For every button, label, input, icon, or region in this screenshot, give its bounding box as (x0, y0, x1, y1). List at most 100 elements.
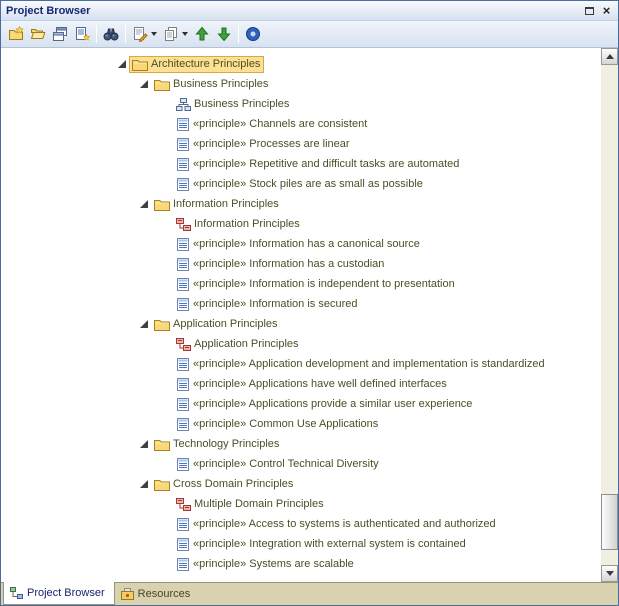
tree-row[interactable]: «principle» Information is independent t… (1, 274, 601, 294)
new-diagram-icon (52, 26, 68, 42)
tree-node: «principle» Applications provide a simil… (173, 396, 476, 413)
expand-toggle-icon[interactable] (139, 478, 151, 490)
new-package-button[interactable] (5, 23, 27, 45)
project-browser-toolbar (1, 21, 618, 48)
tree-row[interactable]: Technology Principles (1, 434, 601, 454)
expand-toggle-icon[interactable] (139, 78, 151, 90)
tree-node: «principle» Information has a custodian (173, 256, 388, 273)
tree-item-label: Business Principles (194, 98, 289, 110)
tree-row[interactable]: «principle» Information has a canonical … (1, 234, 601, 254)
tab-resources[interactable]: Resources (115, 583, 200, 605)
tree-item-label: «principle» Repetitive and difficult tas… (193, 158, 459, 170)
folder-icon (132, 58, 148, 71)
tree-row[interactable]: Application Principles (1, 314, 601, 334)
maximize-button[interactable] (581, 3, 598, 18)
tree-node: «principle» Information is independent t… (173, 276, 459, 293)
diagram-icon (176, 338, 191, 351)
folder-icon (154, 438, 170, 451)
tree-row[interactable]: «principle» Systems are scalable (1, 554, 601, 574)
new-folder-button[interactable] (27, 23, 49, 45)
tree-node: «principle» Applications have well defin… (173, 376, 451, 393)
close-button[interactable]: × (598, 3, 615, 18)
tree-item-label: Business Principles (173, 78, 268, 90)
tree-node: «principle» Integration with external sy… (173, 536, 470, 553)
move-up-button[interactable] (191, 23, 213, 45)
tab-project-browser[interactable]: Project Browser (3, 582, 115, 605)
tree-row[interactable]: «principle» Processes are linear (1, 134, 601, 154)
tree-node: Application Principles (151, 316, 282, 333)
tree-row[interactable]: «principle» Stock piles are as small as … (1, 174, 601, 194)
tree-row[interactable]: «principle» Control Technical Diversity (1, 454, 601, 474)
tree-item-label: «principle» Control Technical Diversity (193, 458, 379, 470)
tree-node: Technology Principles (151, 436, 283, 453)
scroll-down-icon (606, 571, 614, 576)
move-down-button[interactable] (213, 23, 235, 45)
tree-row[interactable]: Architecture Principles (1, 54, 601, 74)
tree-row[interactable]: Business Principles (1, 94, 601, 114)
element-icon (176, 358, 190, 371)
tree-row[interactable]: «principle» Information is secured (1, 294, 601, 314)
new-diagram-button[interactable] (49, 23, 71, 45)
element-icon (176, 418, 190, 431)
tree-node: Business Principles (151, 76, 272, 93)
expand-toggle-icon[interactable] (139, 438, 151, 450)
new-element-button[interactable] (71, 23, 93, 45)
project-browser-tab-icon (10, 587, 23, 599)
tree-row[interactable]: «principle» Applications provide a simil… (1, 394, 601, 414)
scroll-up-button[interactable] (601, 48, 618, 65)
tree-row[interactable]: «principle» Channels are consistent (1, 114, 601, 134)
tree-row[interactable]: «principle» Access to systems is authent… (1, 514, 601, 534)
tree-row[interactable]: «principle» Integration with external sy… (1, 534, 601, 554)
indent-spacer (161, 118, 173, 130)
indent-spacer (161, 158, 173, 170)
project-browser-window: Project Browser × Architecture Principle… (0, 0, 619, 606)
move-down-icon (216, 26, 232, 42)
tree-item-label: Technology Principles (173, 438, 279, 450)
diagram-icon (176, 498, 191, 511)
element-icon (176, 518, 190, 531)
element-icon (176, 278, 190, 291)
tree-row[interactable]: «principle» Applications have well defin… (1, 374, 601, 394)
expand-toggle-icon[interactable] (117, 58, 129, 70)
tree-item-label: Cross Domain Principles (173, 478, 293, 490)
tree-row[interactable]: Cross Domain Principles (1, 474, 601, 494)
tree-node: Information Principles (173, 216, 304, 233)
tree-row[interactable]: Multiple Domain Principles (1, 494, 601, 514)
tree-row[interactable]: Business Principles (1, 74, 601, 94)
indent-spacer (161, 418, 173, 430)
tree-row[interactable]: «principle» Information has a custodian (1, 254, 601, 274)
tree-item-label: «principle» Information is independent t… (193, 278, 455, 290)
expand-toggle-icon[interactable] (139, 198, 151, 210)
diagram-icon (176, 98, 191, 111)
tree-node: «principle» Common Use Applications (173, 416, 382, 433)
scroll-down-button[interactable] (601, 565, 618, 582)
help-icon (245, 26, 261, 42)
scrollbar-thumb[interactable] (601, 494, 618, 550)
close-icon: × (603, 4, 611, 17)
help-button[interactable] (242, 23, 264, 45)
indent-spacer (161, 538, 173, 550)
tree-row[interactable]: Application Principles (1, 334, 601, 354)
tree-item-label: «principle» Applications provide a simil… (193, 398, 472, 410)
indent-spacer (161, 278, 173, 290)
tab-label: Resources (138, 588, 191, 600)
documentation-button[interactable] (160, 23, 191, 45)
edit-button[interactable] (129, 23, 160, 45)
tree-row[interactable]: «principle» Repetitive and difficult tas… (1, 154, 601, 174)
tree-node: Business Principles (173, 96, 293, 113)
indent-spacer (161, 138, 173, 150)
indent-spacer (161, 378, 173, 390)
tree-row[interactable]: Information Principles (1, 214, 601, 234)
tree-row[interactable]: «principle» Common Use Applications (1, 414, 601, 434)
find-button[interactable] (100, 23, 122, 45)
dropdown-caret-icon (182, 32, 188, 36)
vertical-scrollbar[interactable] (601, 48, 618, 582)
tree-row[interactable]: «principle» Application development and … (1, 354, 601, 374)
element-icon (176, 118, 190, 131)
expand-toggle-icon[interactable] (139, 318, 151, 330)
folder-icon (154, 78, 170, 91)
tree-row[interactable]: Information Principles (1, 194, 601, 214)
indent-spacer (161, 218, 173, 230)
element-icon (176, 378, 190, 391)
find-icon (103, 26, 119, 42)
